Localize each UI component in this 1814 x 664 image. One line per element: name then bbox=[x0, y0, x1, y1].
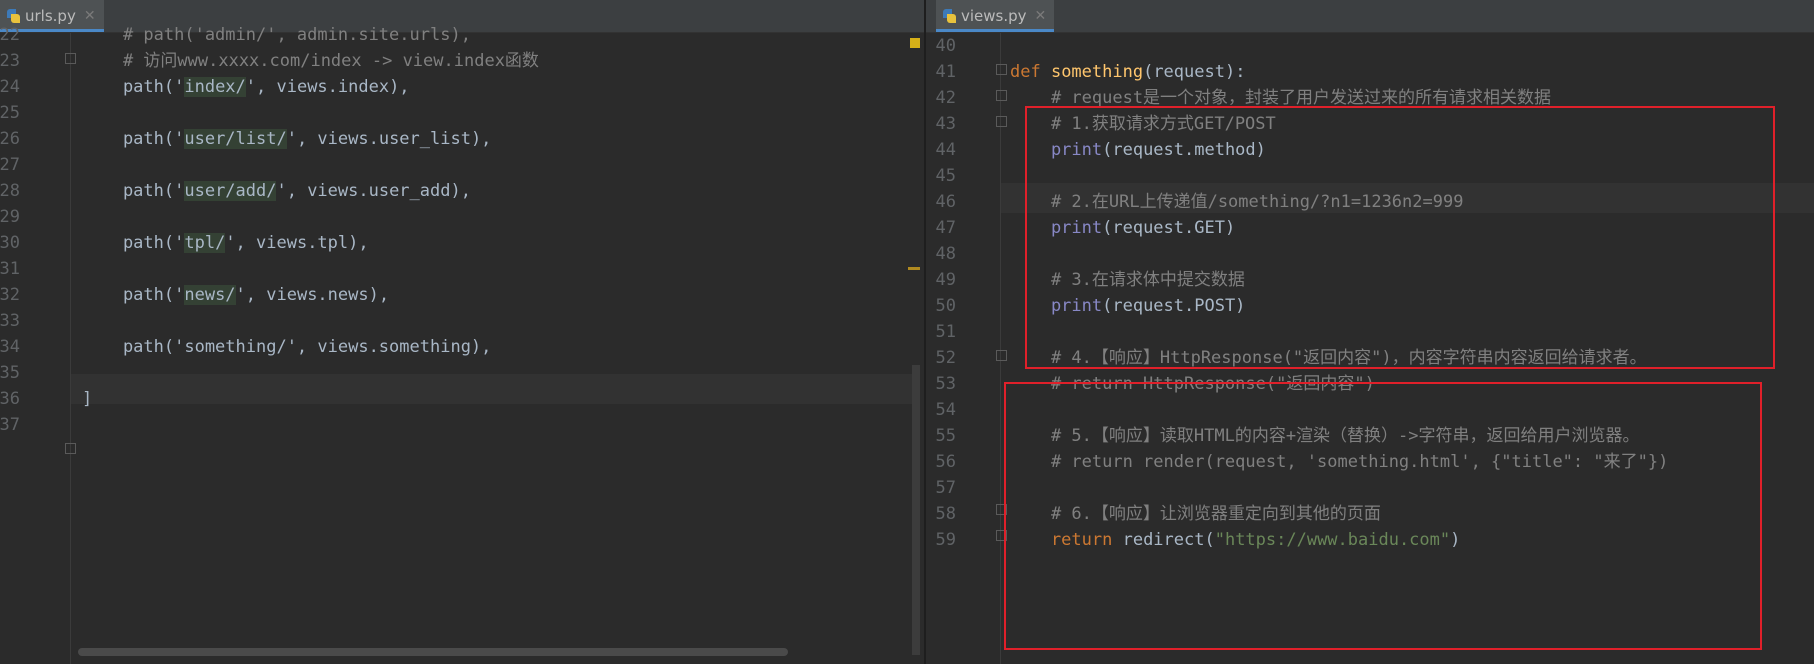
horizontal-scrollbar[interactable] bbox=[78, 648, 788, 656]
code-line: path('index/', views.index), bbox=[82, 72, 410, 102]
code-token: path('something/', views.something), bbox=[82, 337, 492, 357]
code-token: something bbox=[1050, 62, 1144, 82]
code-token: news/ bbox=[184, 285, 236, 305]
line-number: 44 bbox=[935, 140, 956, 160]
code-token: # path('admin/', admin.site.urls), bbox=[82, 25, 471, 45]
line-number: 42 bbox=[935, 88, 956, 108]
fold-icon[interactable] bbox=[996, 64, 1007, 75]
line-number: 56 bbox=[935, 452, 956, 472]
line-number: 33 bbox=[0, 311, 20, 331]
code-token: user/add/ bbox=[184, 181, 277, 201]
line-number: 31 bbox=[0, 259, 20, 279]
editor-pane-urls: urls.py ✕ 22 # path('admin/', admin.site… bbox=[0, 0, 924, 664]
fold-icon[interactable] bbox=[65, 53, 76, 64]
line-number: 28 bbox=[0, 181, 20, 201]
code-token: # 访问www.xxxx.com/index -> view.index函数 bbox=[82, 51, 539, 71]
fold-icon[interactable] bbox=[996, 350, 1007, 361]
line-number: 45 bbox=[935, 166, 956, 186]
code-token: path(' bbox=[82, 181, 185, 201]
line-number: 47 bbox=[935, 218, 956, 238]
line-number: 40 bbox=[935, 36, 956, 56]
code-token: path(' bbox=[82, 129, 185, 149]
annotation-box-response bbox=[1004, 382, 1762, 650]
line-number: 35 bbox=[0, 363, 20, 383]
line-number: 22 bbox=[0, 25, 20, 45]
line-number: 54 bbox=[935, 400, 956, 420]
line-number: 37 bbox=[0, 415, 20, 435]
line-number: 23 bbox=[0, 51, 20, 71]
active-tab-indicator bbox=[936, 29, 1055, 32]
code-token: (request): bbox=[1143, 62, 1246, 82]
code-token: ] bbox=[82, 389, 93, 409]
tab-label: urls.py bbox=[25, 7, 76, 25]
code-token: ', views.index), bbox=[245, 77, 410, 97]
close-icon[interactable]: ✕ bbox=[1035, 8, 1047, 24]
code-token: path(' bbox=[82, 285, 185, 305]
code-line: path('user/add/', views.user_add), bbox=[82, 176, 471, 206]
warning-marker[interactable] bbox=[910, 38, 920, 48]
tab-views-py[interactable]: views.py ✕ bbox=[936, 0, 1055, 32]
code-editor[interactable]: 22 # path('admin/', admin.site.urls), 23 … bbox=[0, 25, 924, 664]
line-number: 26 bbox=[0, 129, 20, 149]
tab-bar: views.py ✕ bbox=[926, 0, 1814, 33]
python-file-icon bbox=[6, 8, 20, 24]
tab-label: views.py bbox=[961, 7, 1027, 25]
line-number: 34 bbox=[0, 337, 20, 357]
code-line: path('news/', views.news), bbox=[82, 280, 389, 310]
code-token: tpl/ bbox=[184, 233, 226, 253]
code-token: ', views.tpl), bbox=[225, 233, 369, 253]
line-number: 53 bbox=[935, 374, 956, 394]
editor-pane-views: views.py ✕ 40 41 def something(request): 42… bbox=[926, 0, 1814, 664]
code-token: ', views.news), bbox=[235, 285, 390, 305]
code-line: path('something/', views.something), bbox=[82, 332, 491, 362]
vertical-scrollbar[interactable] bbox=[912, 365, 920, 655]
code-token: index/ bbox=[184, 77, 246, 97]
line-number: 59 bbox=[935, 530, 956, 550]
line-number: 52 bbox=[935, 348, 956, 368]
code-token: path(' bbox=[82, 233, 185, 253]
fold-icon[interactable] bbox=[996, 90, 1007, 101]
code-line: path('tpl/', views.tpl), bbox=[82, 228, 369, 258]
line-number: 25 bbox=[0, 103, 20, 123]
code-line: ] bbox=[82, 384, 92, 414]
line-number: 49 bbox=[935, 270, 956, 290]
line-number: 46 bbox=[935, 192, 956, 212]
code-token: # request是一个对象，封装了用户发送过来的所有请求相关数据 bbox=[1010, 88, 1552, 108]
code-token: ', views.user_list), bbox=[286, 129, 492, 149]
python-file-icon bbox=[942, 8, 956, 24]
code-line: path('user/list/', views.user_list), bbox=[82, 124, 491, 154]
gutter-separator bbox=[70, 33, 71, 664]
code-token: user/list/ bbox=[184, 129, 287, 149]
line-number: 43 bbox=[935, 114, 956, 134]
fold-icon[interactable] bbox=[65, 443, 76, 454]
current-line-highlight bbox=[70, 374, 914, 404]
fold-icon[interactable] bbox=[996, 116, 1007, 127]
line-number: 57 bbox=[935, 478, 956, 498]
line-number: 36 bbox=[0, 389, 20, 409]
line-number: 29 bbox=[0, 207, 20, 227]
annotation-box-request bbox=[1025, 106, 1775, 369]
line-number: 27 bbox=[0, 155, 20, 175]
line-number: 24 bbox=[0, 77, 20, 97]
line-number: 32 bbox=[0, 285, 20, 305]
gutter-separator bbox=[1000, 33, 1001, 664]
line-number: 51 bbox=[935, 322, 956, 342]
line-number: 50 bbox=[935, 296, 956, 316]
code-token: def bbox=[1010, 62, 1051, 82]
line-number: 41 bbox=[935, 62, 956, 82]
line-number: 55 bbox=[935, 426, 956, 446]
code-token: ', views.user_add), bbox=[276, 181, 471, 201]
line-number: 58 bbox=[935, 504, 956, 524]
line-number: 30 bbox=[0, 233, 20, 253]
line-number: 48 bbox=[935, 244, 956, 264]
scroll-marker[interactable] bbox=[908, 267, 920, 270]
code-token: path(' bbox=[82, 77, 185, 97]
